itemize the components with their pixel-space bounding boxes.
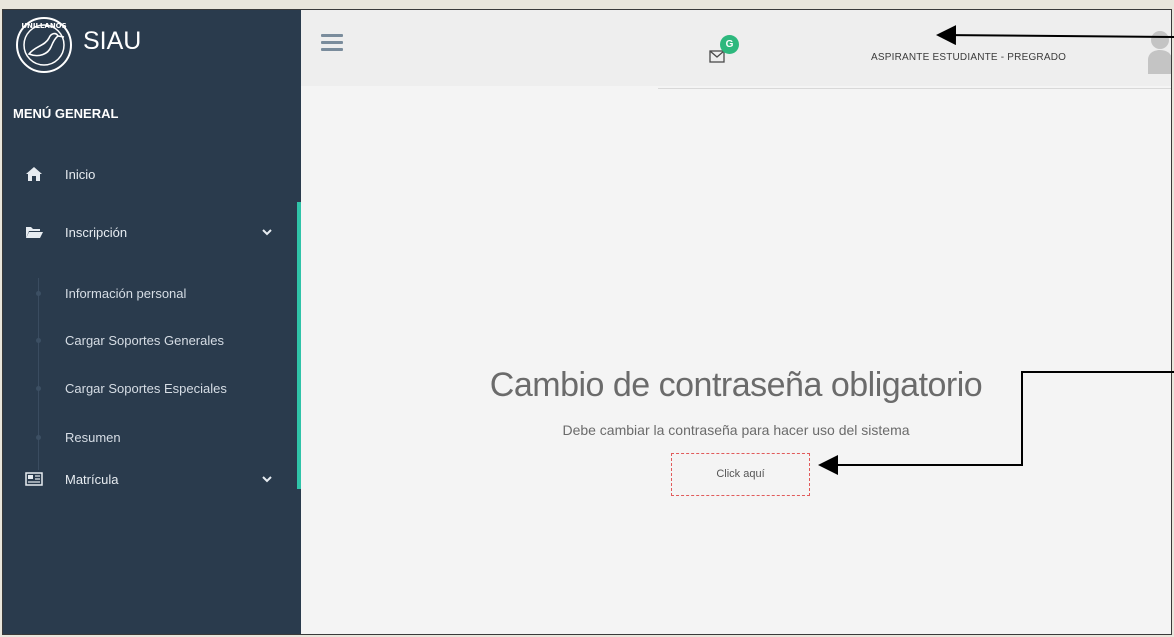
arrow-to-role [936, 25, 1174, 46]
arrow-to-click-link [818, 371, 1174, 475]
annotation-arrows [818, 25, 1174, 475]
